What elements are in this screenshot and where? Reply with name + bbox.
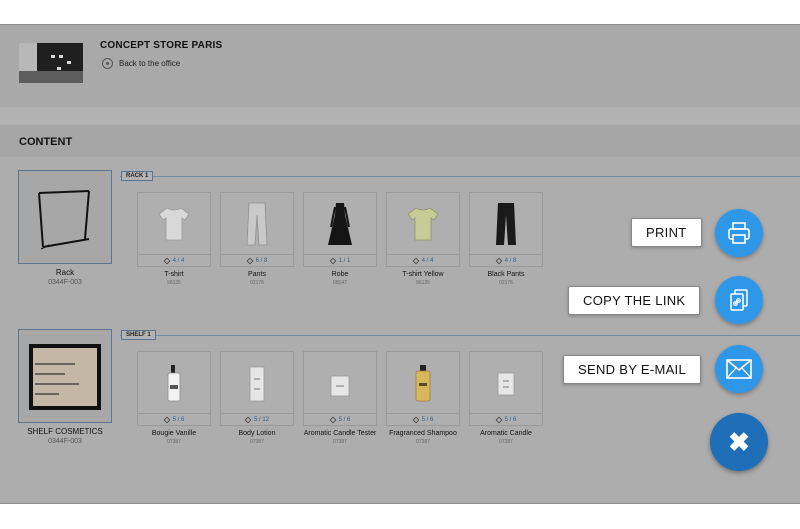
shelf-name: SHELF COSMETICS bbox=[27, 427, 103, 436]
store-header: CONCEPT STORE PARIS Back to the office bbox=[0, 25, 800, 107]
copy-link-button[interactable] bbox=[715, 276, 763, 324]
box-icon bbox=[163, 416, 171, 423]
location-target-icon bbox=[102, 58, 113, 69]
box-icon bbox=[495, 257, 503, 264]
product-count: 5 / 6 bbox=[172, 416, 185, 423]
shelf-code: 0344F-003 bbox=[48, 438, 82, 445]
product-card-aromatic-candle[interactable]: 5 / 6 Aromatic Candle 07387 bbox=[469, 351, 543, 445]
box-icon bbox=[244, 416, 252, 423]
product-code: 96135 bbox=[416, 280, 430, 286]
box-icon bbox=[412, 257, 420, 264]
product-name: Aromatic Candle Tester bbox=[303, 430, 377, 437]
back-to-office-label: Back to the office bbox=[119, 59, 181, 68]
content-title: CONTENT bbox=[19, 136, 73, 148]
product-name: Robe bbox=[331, 271, 349, 278]
bottom-bar bbox=[0, 503, 800, 529]
shelf-container-box[interactable] bbox=[18, 329, 112, 423]
copy-link-icon bbox=[730, 289, 748, 311]
product-count: 4 / 4 bbox=[172, 257, 185, 264]
envelope-icon bbox=[726, 359, 752, 379]
product-card-bougie-vanille[interactable]: 5 / 6 Bougie Vanille 07387 bbox=[137, 351, 211, 445]
product-code: 02176 bbox=[250, 280, 264, 286]
tshirt-icon bbox=[158, 207, 190, 241]
box-icon bbox=[163, 257, 171, 264]
box-icon bbox=[246, 257, 254, 264]
shelf-icon bbox=[29, 344, 101, 410]
rack-icon bbox=[38, 190, 90, 250]
print-action-row: PRINT bbox=[631, 218, 702, 247]
box-icon bbox=[412, 416, 420, 423]
dress-icon bbox=[328, 203, 352, 245]
rack-name: Rack bbox=[55, 268, 75, 277]
product-name: Bougie Vanille bbox=[151, 430, 197, 437]
product-card-robe[interactable]: 1 / 1 Robe 08147 bbox=[303, 192, 377, 286]
bottle-icon bbox=[167, 365, 181, 402]
product-name: Body Lotion bbox=[238, 430, 276, 437]
product-card-pants[interactable]: 6 / 8 Pants 02176 bbox=[220, 192, 294, 286]
store-thumbnail bbox=[19, 43, 83, 83]
product-card-body-lotion[interactable]: 5 / 12 Body Lotion 07387 bbox=[220, 351, 294, 445]
product-count: 1 / 1 bbox=[338, 257, 351, 264]
product-count: 5 / 6 bbox=[504, 416, 517, 423]
box-icon bbox=[329, 416, 337, 423]
shelf-product-list: 5 / 6 Bougie Vanille 07387 5 / 12 Body L… bbox=[137, 351, 543, 445]
product-card-tshirt-yellow[interactable]: 4 / 4 T-shirt Yellow 96135 bbox=[386, 192, 460, 286]
email-action-row: SEND BY E-MAIL bbox=[563, 355, 701, 384]
product-code: 07387 bbox=[333, 439, 347, 445]
section-tag: SHELF 1 bbox=[121, 330, 156, 340]
lotion-icon bbox=[249, 366, 265, 402]
product-count: 4 / 8 bbox=[504, 257, 517, 264]
product-name: T-shirt bbox=[164, 271, 184, 278]
product-card-fragranced-shampoo[interactable]: 5 / 6 Fragranced Shampoo 07387 bbox=[386, 351, 460, 445]
back-to-office-link[interactable]: Back to the office bbox=[102, 58, 180, 69]
copy-link-action-row: COPY THE LINK bbox=[568, 286, 701, 315]
product-code: 07387 bbox=[250, 439, 264, 445]
product-card-tshirt[interactable]: 4 / 4 T-shirt 96135 bbox=[137, 192, 211, 286]
product-count: 4 / 4 bbox=[421, 257, 434, 264]
shampoo-icon bbox=[415, 365, 431, 402]
product-name: Fragranced Shampoo bbox=[389, 430, 457, 437]
box-icon bbox=[495, 416, 503, 423]
product-code: 07387 bbox=[167, 439, 181, 445]
print-label[interactable]: PRINT bbox=[631, 218, 702, 247]
email-label[interactable]: SEND BY E-MAIL bbox=[563, 355, 701, 384]
rack-container-box[interactable] bbox=[18, 170, 112, 264]
candle-tester-icon bbox=[330, 375, 350, 397]
copy-link-label[interactable]: COPY THE LINK bbox=[568, 286, 701, 315]
candle-icon bbox=[497, 372, 515, 396]
black-pants-icon bbox=[496, 203, 516, 245]
page-overlay: CONCEPT STORE PARIS Back to the office C… bbox=[0, 25, 800, 503]
product-code: 02176 bbox=[499, 280, 513, 286]
product-code: 07387 bbox=[499, 439, 513, 445]
close-menu-button[interactable]: ✖ bbox=[710, 413, 768, 471]
store-title: CONCEPT STORE PARIS bbox=[100, 40, 223, 51]
product-name: Aromatic Candle bbox=[480, 430, 532, 437]
printer-icon bbox=[728, 222, 750, 244]
product-card-aromatic-candle-tester[interactable]: 5 / 6 Aromatic Candle Tester 07387 bbox=[303, 351, 377, 445]
section-tag: RACK 1 bbox=[121, 171, 154, 181]
box-icon bbox=[329, 257, 337, 264]
product-code: 96135 bbox=[167, 280, 181, 286]
product-count: 6 / 8 bbox=[255, 257, 268, 264]
product-count: 5 / 6 bbox=[338, 416, 351, 423]
pants-icon bbox=[246, 202, 268, 246]
product-count: 5 / 6 bbox=[421, 416, 434, 423]
email-button[interactable] bbox=[715, 345, 763, 393]
content-header: CONTENT bbox=[0, 125, 800, 157]
product-count: 5 / 12 bbox=[253, 416, 269, 423]
product-code: 07387 bbox=[416, 439, 430, 445]
product-card-black-pants[interactable]: 4 / 8 Black Pants 02176 bbox=[469, 192, 543, 286]
print-button[interactable] bbox=[715, 209, 763, 257]
rack-product-list: 4 / 4 T-shirt 96135 6 / 8 Pants 02176 1 … bbox=[137, 192, 543, 286]
product-name: Black Pants bbox=[487, 271, 525, 278]
top-bar bbox=[0, 0, 800, 25]
product-code: 08147 bbox=[333, 280, 347, 286]
close-icon: ✖ bbox=[728, 426, 750, 457]
tshirt-yellow-icon bbox=[407, 207, 439, 241]
rack-code: 0344F-003 bbox=[48, 279, 82, 286]
product-name: Pants bbox=[248, 271, 266, 278]
product-name: T-shirt Yellow bbox=[402, 271, 444, 278]
